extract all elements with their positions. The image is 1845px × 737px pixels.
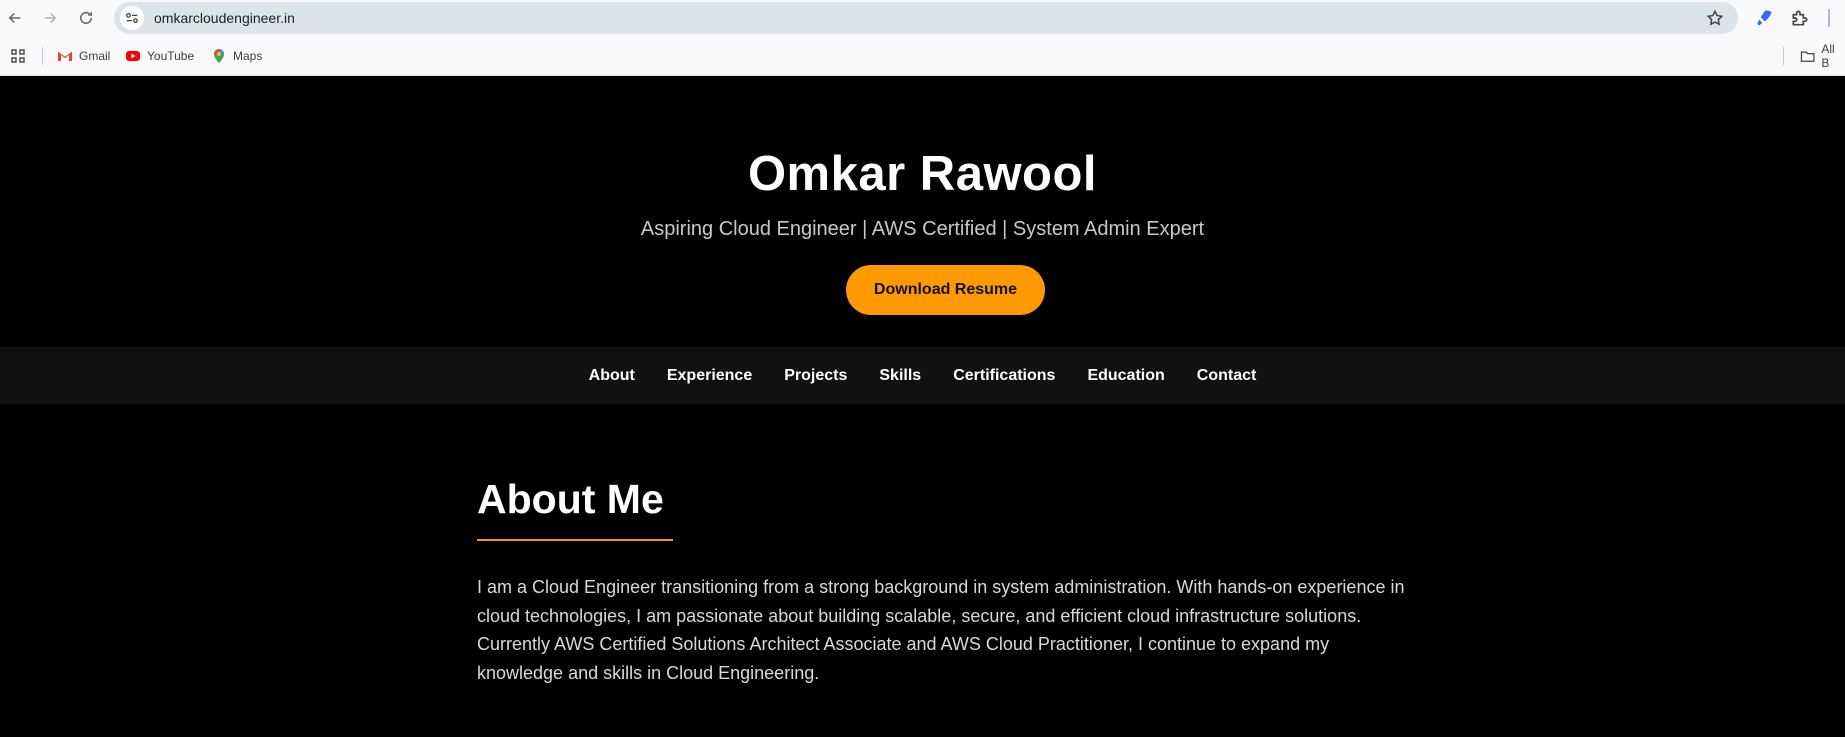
bookmark-label: YouTube xyxy=(147,49,195,63)
download-resume-button[interactable]: Download Resume xyxy=(846,265,1045,315)
profile-indicator[interactable] xyxy=(1828,9,1830,27)
site-info-icon[interactable] xyxy=(120,6,144,30)
browser-toolbar: omkarcloudengineer.in xyxy=(0,0,1845,36)
gmail-icon xyxy=(57,51,73,61)
all-bookmarks-label: All B xyxy=(1821,42,1835,70)
nav-link-certifications[interactable]: Certifications xyxy=(953,367,1055,385)
bookmark-label: Gmail xyxy=(79,49,111,63)
url-text[interactable]: omkarcloudengineer.in xyxy=(154,10,295,26)
folder-icon xyxy=(1800,51,1815,62)
youtube-icon xyxy=(126,51,140,61)
bookmark-maps[interactable]: Maps xyxy=(211,47,262,65)
apps-grid-icon[interactable] xyxy=(10,47,26,65)
all-bookmarks-button[interactable]: All B xyxy=(1800,42,1845,70)
site-navigation: About Experience Projects Skills Certifi… xyxy=(0,347,1845,404)
bookmarks-divider xyxy=(1783,47,1784,65)
back-icon[interactable] xyxy=(1,4,29,32)
extension-rocket-icon[interactable] xyxy=(1754,8,1774,28)
bookmark-gmail[interactable]: Gmail xyxy=(57,47,110,65)
extensions-puzzle-icon[interactable] xyxy=(1790,8,1810,28)
about-body: I am a Cloud Engineer transitioning from… xyxy=(477,577,1405,683)
reload-icon[interactable] xyxy=(72,4,100,32)
nav-link-experience[interactable]: Experience xyxy=(667,367,752,385)
bookmark-label: Maps xyxy=(233,49,263,63)
nav-link-skills[interactable]: Skills xyxy=(879,367,921,385)
nav-link-projects[interactable]: Projects xyxy=(784,367,847,385)
address-bar[interactable]: omkarcloudengineer.in xyxy=(114,2,1738,34)
bookmarks-bar: Gmail YouTube Maps All B xyxy=(0,36,1845,76)
forward-icon[interactable] xyxy=(36,4,64,32)
heading-underline xyxy=(477,539,673,541)
about-heading: About Me xyxy=(477,476,664,522)
bookmark-youtube[interactable]: YouTube xyxy=(125,47,194,65)
bookmark-star-icon[interactable] xyxy=(1706,9,1724,31)
bookmarks-divider xyxy=(42,47,43,65)
nav-link-about[interactable]: About xyxy=(589,367,635,385)
nav-link-contact[interactable]: Contact xyxy=(1197,367,1257,385)
web-page: Omkar Rawool Aspiring Cloud Engineer | A… xyxy=(0,76,1845,737)
maps-icon xyxy=(214,49,224,63)
hero-tagline: Aspiring Cloud Engineer | AWS Certified … xyxy=(640,218,1205,240)
hero-section: Omkar Rawool Aspiring Cloud Engineer | A… xyxy=(0,76,1845,347)
about-section: About Me I am a Cloud Engineer transitio… xyxy=(477,476,1417,687)
nav-link-education[interactable]: Education xyxy=(1087,367,1164,385)
page-title: Omkar Rawool xyxy=(747,147,1098,201)
